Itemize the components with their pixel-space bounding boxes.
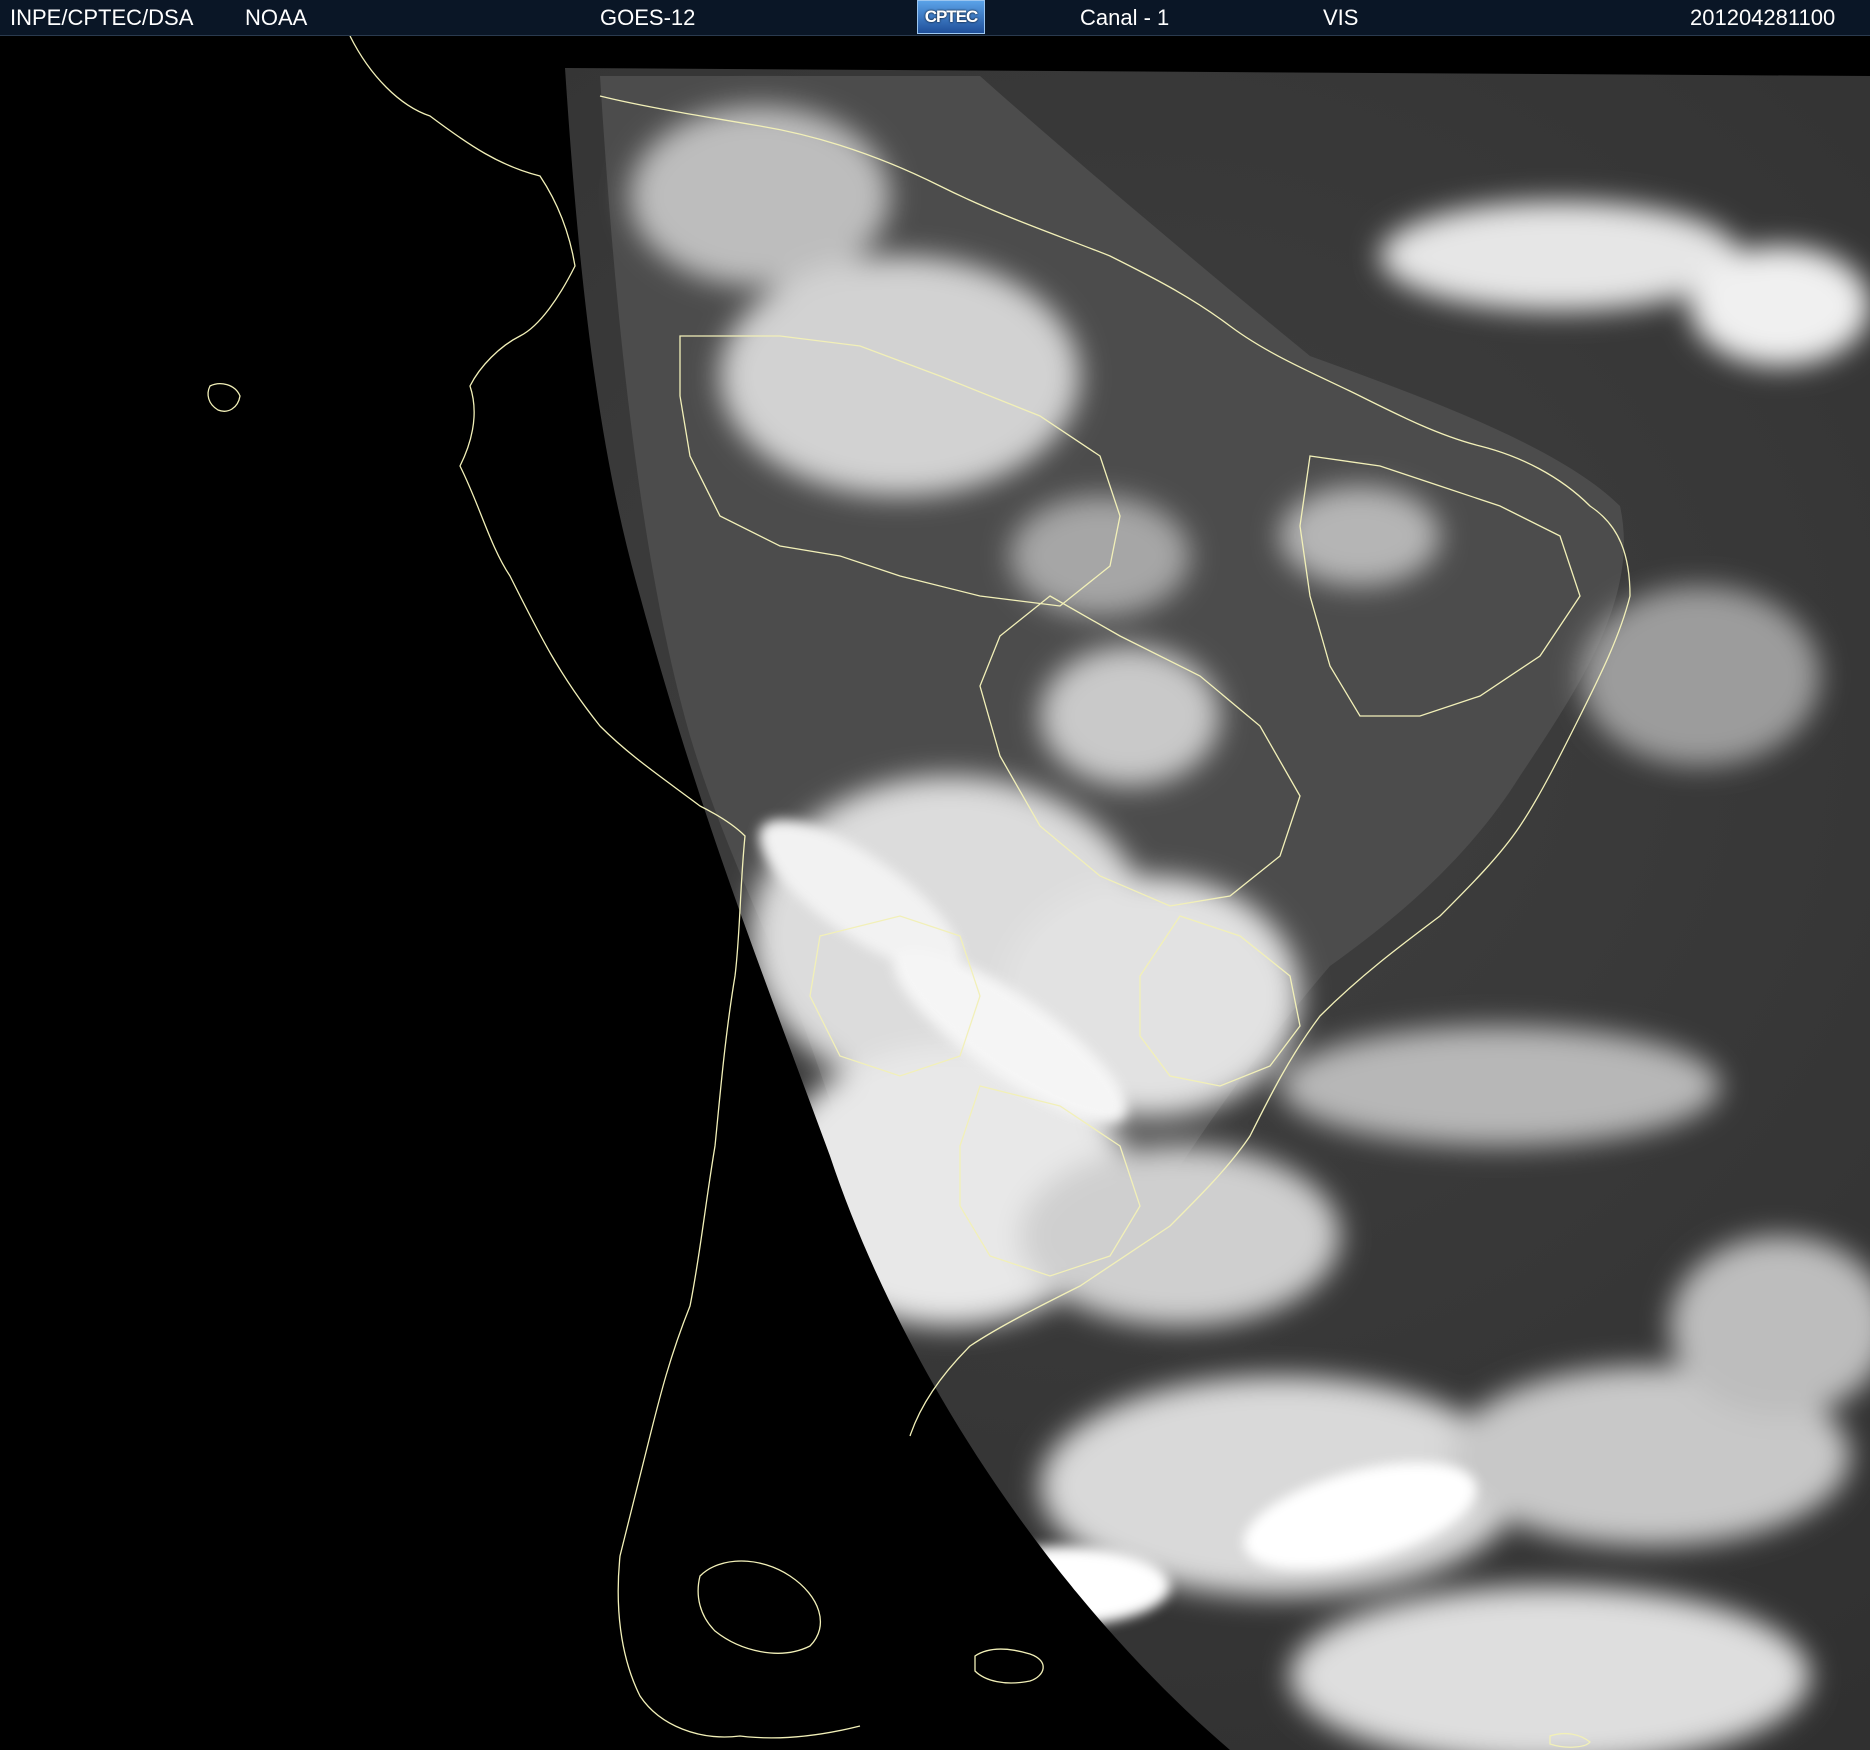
cloud-atlantic-east: [1580, 586, 1820, 766]
cloud-streak-south-atlantic: [1280, 1026, 1720, 1146]
cptec-logo: CPTEC: [917, 0, 985, 34]
cloud-mato-grosso: [1040, 646, 1220, 786]
cloud-atlantic-ne: [1690, 246, 1870, 366]
cloud-rio-plata: [1020, 1146, 1340, 1326]
timestamp-label: 201204281100: [1690, 5, 1836, 30]
satellite-map: [0, 36, 1870, 1750]
satellite-image-viewer: INPE/CPTEC/DSA NOAA GOES-12 CPTEC Canal …: [0, 0, 1870, 1750]
cloud-central: [1010, 496, 1190, 616]
channel-label: Canal - 1: [1080, 5, 1170, 30]
institution-label: INPE/CPTEC/DSA: [10, 5, 194, 30]
agency-label: NOAA: [245, 5, 308, 30]
band-label: VIS: [1323, 5, 1359, 30]
satellite-label: GOES-12: [600, 5, 696, 30]
cloud-amazon: [720, 256, 1080, 496]
cloud-north-west: [630, 106, 890, 286]
image-header-bar: INPE/CPTEC/DSA NOAA GOES-12 CPTEC Canal …: [0, 0, 1870, 36]
cloud-atlantic-north: [1380, 201, 1740, 311]
